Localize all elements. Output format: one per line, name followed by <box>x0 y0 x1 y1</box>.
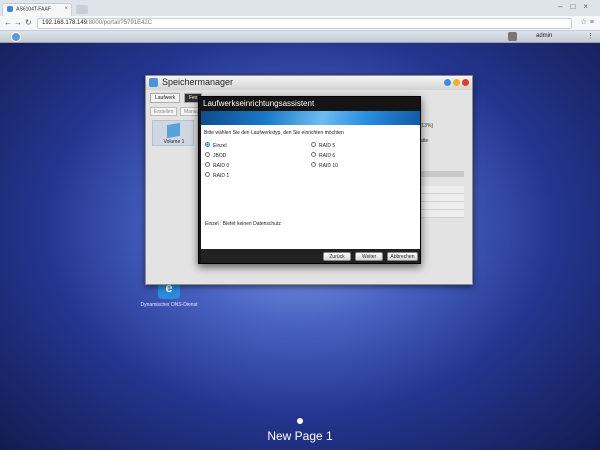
cancel-button[interactable]: Abbrechen <box>387 252 418 261</box>
option-raid5[interactable]: RAID 5 <box>311 142 335 150</box>
url-rest: :8000/portal/?5791E42C <box>87 20 153 26</box>
option-raid1[interactable]: RAID 1 <box>205 172 229 180</box>
tab-title: AS6104T-FAAF <box>16 6 51 13</box>
storage-manager-titlebar[interactable]: Speichermanager <box>146 76 472 90</box>
url-host: 192.168.178.149 <box>42 20 88 26</box>
help-icon[interactable] <box>444 79 451 86</box>
volume-label: Volume 1 <box>163 139 185 145</box>
close-tab-icon[interactable]: × <box>64 6 68 12</box>
minimize-icon[interactable] <box>453 79 460 86</box>
volume-setup-wizard: Laufwerkseinrichtungsassistent Bitte wäh… <box>198 96 421 264</box>
radio-icon[interactable] <box>311 142 316 148</box>
page-indicator-dot[interactable] <box>297 418 303 424</box>
radio-selected-icon[interactable] <box>205 142 210 148</box>
option-label: RAID 1 <box>213 173 230 179</box>
app-label[interactable]: Dynamischer DNS-Dienst <box>140 302 198 308</box>
option-label: RAID 6 <box>319 153 336 159</box>
storage-usage-text: [13%] atte <box>420 123 470 144</box>
wizard-banner <box>201 111 420 125</box>
option-label: RAID 5 <box>319 143 336 149</box>
tab-laufwerk[interactable]: Laufwerk <box>150 93 181 103</box>
user-icon[interactable] <box>508 32 517 41</box>
forward-icon[interactable]: → <box>14 18 22 27</box>
page-name: New Page 1 <box>267 429 333 443</box>
browser-tab-bar: AS6104T-FAAF × –□× <box>0 0 600 16</box>
option-raid10[interactable]: RAID 10 <box>311 162 338 170</box>
back-button[interactable]: Zurück <box>323 252 351 261</box>
storage-manager-title: Speichermanager <box>162 77 234 87</box>
option-label: RAID 0 <box>213 163 230 169</box>
next-button[interactable]: Weiter <box>355 252 383 261</box>
radio-icon[interactable] <box>311 152 316 158</box>
username[interactable]: admin <box>536 33 552 39</box>
side-label: atte <box>420 138 429 144</box>
favicon-icon <box>7 6 13 12</box>
info-row <box>420 210 464 218</box>
info-rows <box>420 186 464 218</box>
usage-bar <box>420 171 464 177</box>
reload-icon[interactable]: ↻ <box>25 18 32 27</box>
info-row <box>420 186 464 194</box>
option-einzel[interactable]: Einzel <box>205 142 227 150</box>
radio-icon[interactable] <box>205 162 210 168</box>
info-row <box>420 194 464 202</box>
storage-manager-icon <box>149 78 158 87</box>
usage-percent: [13%] <box>420 123 433 129</box>
back-icon[interactable]: ← <box>4 18 12 27</box>
nas-top-bar: admin ⋮ <box>0 31 600 43</box>
address-bar-row: ← → ↻ 192.168.178.149:8000/portal/?5791E… <box>0 16 600 31</box>
option-label: RAID 10 <box>319 163 338 169</box>
browser-tab[interactable]: AS6104T-FAAF × <box>2 3 72 16</box>
radio-icon[interactable] <box>205 152 210 158</box>
create-button[interactable]: Erstellen <box>150 107 178 116</box>
window-controls[interactable]: –□× <box>558 2 596 11</box>
wizard-description: Einzel : Bietet keinen Datenschutz <box>205 221 281 227</box>
info-row <box>420 202 464 210</box>
close-icon[interactable] <box>462 79 469 86</box>
radio-icon[interactable] <box>205 172 210 178</box>
new-tab-button[interactable] <box>76 5 88 14</box>
option-raid6[interactable]: RAID 6 <box>311 152 335 160</box>
option-label: JBOD <box>213 153 227 159</box>
wizard-body: Bitte wählen Sie den Laufwerkstyp, den S… <box>201 125 420 249</box>
wizard-title: Laufwerkseinrichtungsassistent <box>203 99 315 108</box>
home-icon[interactable] <box>11 32 21 42</box>
bookmark-star-icon[interactable]: ☆≡ <box>581 18 597 26</box>
radio-icon[interactable] <box>311 162 316 168</box>
volume-cube-icon <box>167 122 180 139</box>
option-label: Einzel <box>213 143 227 149</box>
volume-card[interactable]: Volume 1 <box>152 120 194 146</box>
options-icon[interactable]: ⋮ <box>587 32 594 40</box>
option-raid0[interactable]: RAID 0 <box>205 162 229 170</box>
url-field[interactable]: 192.168.178.149:8000/portal/?5791E42C <box>37 18 572 29</box>
option-jbod[interactable]: JBOD <box>205 152 226 160</box>
wizard-prompt: Bitte wählen Sie den Laufwerkstyp, den S… <box>204 130 344 136</box>
wizard-footer: Zurück Weiter Abbrechen <box>201 249 420 263</box>
